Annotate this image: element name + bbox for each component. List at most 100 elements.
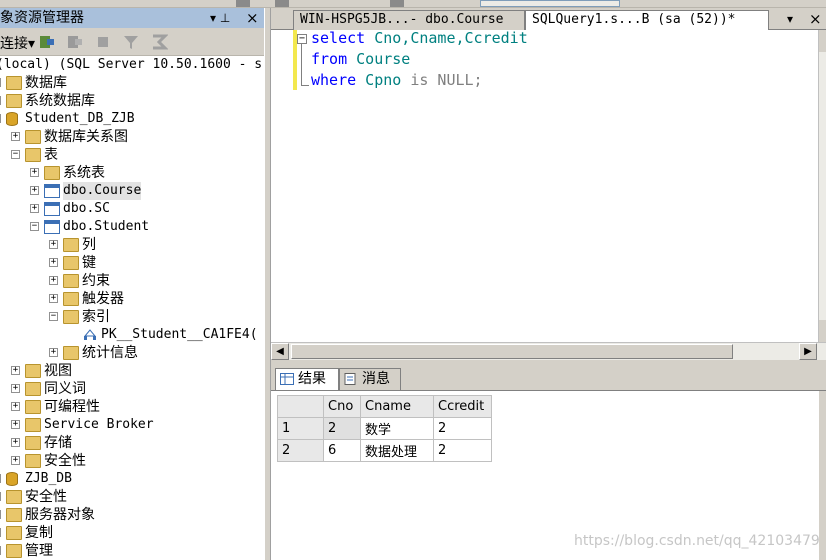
- tree-item[interactable]: (local) (SQL Server 10.50.1600 - s: [0, 56, 264, 74]
- expand-icon[interactable]: +: [11, 438, 20, 447]
- expand-icon[interactable]: +: [0, 96, 1, 105]
- tree-item[interactable]: + 系统数据库: [0, 92, 264, 110]
- tab-dbo-course[interactable]: WIN-HSPG5JB...- dbo.Course: [293, 10, 525, 30]
- query-editor[interactable]: − select Cno,Cname,Ccredit from Course w…: [271, 29, 826, 342]
- pin-icon[interactable]: ▾ ⊥: [210, 8, 230, 28]
- grid-corner[interactable]: [277, 395, 324, 418]
- expand-icon[interactable]: +: [11, 132, 20, 141]
- collapse-icon[interactable]: −: [30, 222, 39, 231]
- connect-server-icon[interactable]: [38, 33, 56, 51]
- tree-item[interactable]: + 安全性: [0, 488, 264, 506]
- collapse-icon[interactable]: −: [49, 312, 58, 321]
- collapse-icon[interactable]: −: [0, 78, 1, 87]
- filter-icon[interactable]: [122, 33, 140, 51]
- results-splitter[interactable]: [271, 360, 826, 368]
- column-header[interactable]: Cname: [360, 395, 434, 418]
- tree-item[interactable]: + 同义词: [0, 380, 264, 398]
- tree-item[interactable]: + Service Broker: [0, 416, 264, 434]
- close-icon[interactable]: ×: [246, 8, 259, 28]
- expand-icon[interactable]: +: [11, 402, 20, 411]
- toolbar-combo[interactable]: [480, 0, 620, 7]
- scroll-up-button[interactable]: [819, 30, 826, 52]
- expand-icon[interactable]: +: [11, 456, 20, 465]
- expand-icon[interactable]: +: [30, 186, 39, 195]
- grid-cell[interactable]: 2: [323, 417, 361, 440]
- panel-splitter[interactable]: [264, 8, 271, 560]
- expand-icon[interactable]: +: [49, 240, 58, 249]
- tree-item[interactable]: + 视图: [0, 362, 264, 380]
- expand-icon[interactable]: +: [11, 420, 20, 429]
- tab-sql-query[interactable]: SQLQuery1.s...B (sa (52))*: [525, 10, 769, 30]
- column-header[interactable]: Cno: [323, 395, 361, 418]
- tree-item[interactable]: − dbo.Student: [0, 218, 264, 236]
- expand-icon[interactable]: +: [0, 492, 1, 501]
- horizontal-scroll-thumb[interactable]: [291, 344, 733, 359]
- tree-item-label: 键: [82, 255, 96, 271]
- grid-cell[interactable]: 2: [433, 439, 492, 462]
- connect-button[interactable]: 连接▾: [0, 33, 35, 53]
- collapse-icon[interactable]: −: [11, 150, 20, 159]
- code-line-2: from Course: [311, 49, 410, 69]
- editor-horizontal-scrollbar[interactable]: ◀ ▶: [271, 342, 826, 360]
- expand-icon[interactable]: +: [11, 384, 20, 393]
- tree-item[interactable]: − 索引: [0, 308, 264, 326]
- expand-icon[interactable]: +: [0, 546, 1, 555]
- tree-item[interactable]: PK__Student__CA1FE4(: [0, 326, 264, 344]
- results-grid[interactable]: Cno Cname Ccredit 1 2 数学 2 2 6 数据处理 2: [277, 395, 492, 462]
- expand-icon[interactable]: +: [11, 366, 20, 375]
- close-document-icon[interactable]: ×: [809, 10, 822, 28]
- tree-item[interactable]: + 触发器: [0, 290, 264, 308]
- object-explorer-title: 象资源管理器: [0, 10, 84, 26]
- expand-icon[interactable]: +: [30, 168, 39, 177]
- tree-item-label: dbo.Course: [63, 182, 142, 200]
- disconnect-server-icon[interactable]: [66, 33, 84, 51]
- editor-vertical-scrollbar[interactable]: [818, 30, 826, 342]
- expand-icon[interactable]: +: [49, 348, 58, 357]
- tree-item[interactable]: + 复制: [0, 524, 264, 542]
- stop-icon[interactable]: [94, 33, 112, 51]
- tab-results[interactable]: 结果: [275, 368, 339, 390]
- tree-item[interactable]: + 存储: [0, 434, 264, 452]
- tree-item-label: 复制: [25, 525, 53, 541]
- column-header[interactable]: Ccredit: [433, 395, 492, 418]
- tree-item[interactable]: − 数据库: [0, 74, 264, 92]
- grid-cell[interactable]: 6: [323, 439, 361, 462]
- expand-icon[interactable]: +: [0, 474, 1, 483]
- tree-item[interactable]: + dbo.SC: [0, 200, 264, 218]
- tree-item[interactable]: + 约束: [0, 272, 264, 290]
- tree-item[interactable]: + ZJB_DB: [0, 470, 264, 488]
- expand-icon[interactable]: +: [49, 276, 58, 285]
- grid-cell[interactable]: 2: [433, 417, 492, 440]
- tree-item[interactable]: + 系统表: [0, 164, 264, 182]
- tree-item[interactable]: − Student_DB_ZJB: [0, 110, 264, 128]
- scroll-down-button[interactable]: [819, 320, 826, 342]
- tree-item[interactable]: + 统计信息: [0, 344, 264, 362]
- expand-icon[interactable]: +: [0, 528, 1, 537]
- tree-item[interactable]: − 表: [0, 146, 264, 164]
- collapse-region-icon[interactable]: −: [297, 34, 307, 44]
- scroll-left-icon[interactable]: ◀: [271, 343, 289, 360]
- tab-messages[interactable]: 消息: [339, 368, 401, 390]
- tree-item[interactable]: + 数据库关系图: [0, 128, 264, 146]
- row-header[interactable]: 2: [277, 439, 324, 462]
- tree-item[interactable]: + 列: [0, 236, 264, 254]
- tree-item[interactable]: + dbo.Course: [0, 182, 264, 200]
- expand-icon[interactable]: +: [49, 258, 58, 267]
- tree-item[interactable]: + 可编程性: [0, 398, 264, 416]
- scroll-right-icon[interactable]: ▶: [799, 343, 817, 360]
- tree-item[interactable]: + 键: [0, 254, 264, 272]
- expand-icon[interactable]: +: [49, 294, 58, 303]
- tree-item[interactable]: + 管理: [0, 542, 264, 560]
- tree-item[interactable]: + 服务器对象: [0, 506, 264, 524]
- collapse-icon[interactable]: −: [0, 114, 1, 123]
- folder-icon: [25, 148, 41, 162]
- tree-item-label: 同义词: [44, 381, 86, 397]
- refresh-icon[interactable]: [150, 33, 168, 51]
- row-header[interactable]: 1: [277, 417, 324, 440]
- grid-cell[interactable]: 数学: [360, 417, 434, 440]
- tab-dropdown-icon[interactable]: ▾: [787, 10, 793, 28]
- expand-icon[interactable]: +: [30, 204, 39, 213]
- grid-cell[interactable]: 数据处理: [360, 439, 434, 462]
- tree-item[interactable]: + 安全性: [0, 452, 264, 470]
- expand-icon[interactable]: +: [0, 510, 1, 519]
